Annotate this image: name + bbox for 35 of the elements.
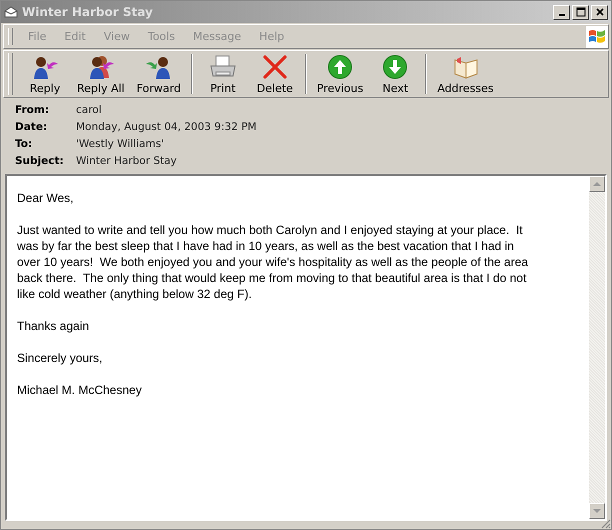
toolbar-button[interactable]: Previous: [310, 52, 370, 96]
toolbar-button[interactable]: Print: [196, 52, 249, 96]
minimize-button[interactable]: [553, 4, 570, 20]
paragraph: Thanks again: [17, 318, 90, 334]
header-value: carol: [76, 104, 102, 116]
close-button[interactable]: [591, 4, 608, 20]
header-value: Winter Harbor Stay: [76, 154, 177, 166]
down-triangle-icon: [593, 509, 601, 513]
toolbar-button[interactable]: Next: [369, 52, 422, 96]
header-value: 'Westly Williams': [76, 138, 164, 150]
minimize-icon: [558, 14, 564, 16]
paragraph: Just wanted to write and tell you how much both Carolyn and I enjoyed staying at your place. It was by far the best sleep that I have had in 10 years, as well as the best vacation that I had in over 10 years! We both enjoyed you and your wife's hospitality as well as the people of the area back there. The only thing that would keep me from moving to that beautiful area is that I do not like cold weather (anything below 32 deg F).: [17, 222, 530, 302]
header-label: To:: [15, 138, 34, 150]
toolbar-button[interactable]: Reply: [19, 52, 71, 96]
toolbar-button[interactable]: Delete: [248, 52, 301, 96]
paragraph: Dear Wes,: [17, 190, 74, 206]
envelope-icon: [4, 6, 18, 18]
header-label: From:: [15, 104, 50, 116]
toolbar-button[interactable]: Reply All: [71, 52, 131, 96]
scroll-down-button[interactable]: [589, 503, 605, 519]
maximize-button[interactable]: [572, 4, 589, 20]
header-label: Subject:: [15, 154, 65, 166]
toolbar-button[interactable]: Addresses: [431, 52, 500, 96]
header-value: Monday, August 04, 2003 9:32 PM: [76, 120, 257, 132]
toolbar-button[interactable]: Forward: [130, 52, 187, 96]
paragraph: Michael M. McChesney: [17, 382, 143, 398]
close-icon: [594, 7, 604, 17]
maximize-icon: [576, 7, 586, 17]
scroll-up-button[interactable]: [589, 176, 605, 192]
paragraph: Sincerely yours,: [17, 350, 104, 366]
up-triangle-icon: [593, 182, 601, 186]
scrollbar[interactable]: [589, 176, 605, 519]
window-title: Winter Harbor Stay: [22, 5, 154, 19]
header-label: Date:: [15, 120, 48, 132]
printer-icon: [208, 54, 238, 80]
